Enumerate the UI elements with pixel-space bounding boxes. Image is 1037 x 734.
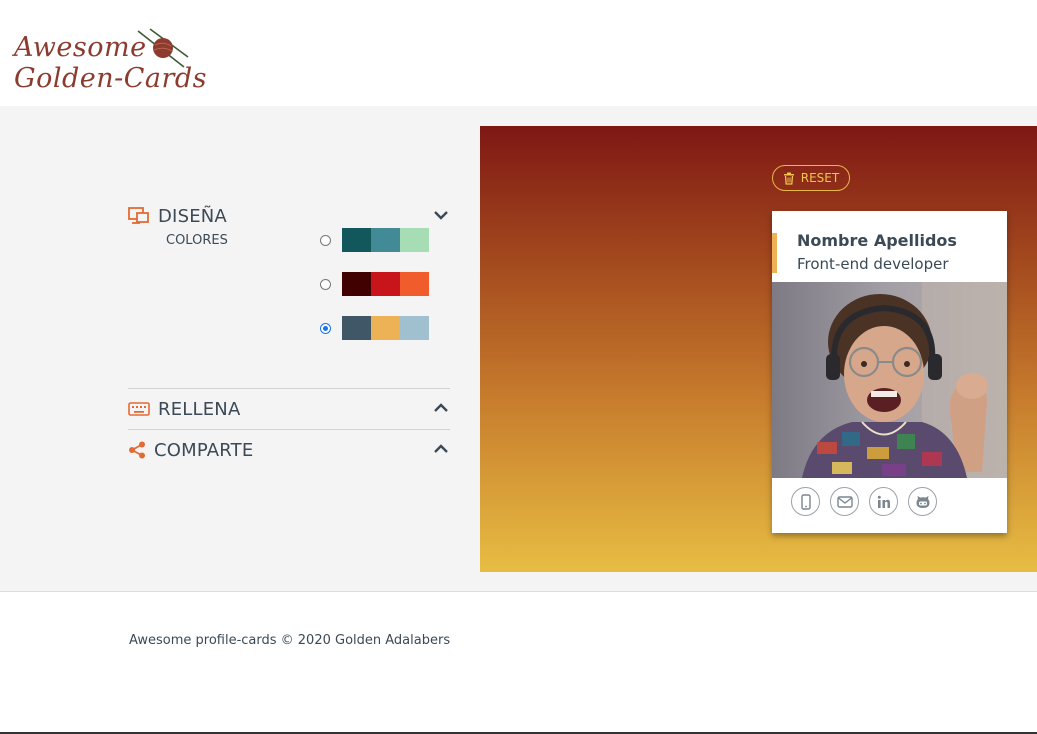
palette-radio-2[interactable] — [320, 278, 331, 290]
swatch — [400, 316, 429, 340]
swatch — [371, 316, 400, 340]
github-icon[interactable] — [908, 487, 937, 516]
social-links — [791, 487, 937, 516]
swatch — [400, 228, 429, 252]
chevron-up-icon[interactable] — [432, 399, 450, 417]
phone-icon[interactable] — [791, 487, 820, 516]
palette-radio-3[interactable] — [320, 322, 331, 334]
card-job: Front-end developer — [797, 255, 949, 273]
chevron-up-icon[interactable] — [432, 440, 450, 458]
card-accent-bar — [772, 233, 777, 273]
linkedin-icon[interactable] — [869, 487, 898, 516]
profile-card: Nombre Apellidos Front-end developer — [772, 211, 1007, 533]
swatch — [342, 316, 371, 340]
share-section-header[interactable]: COMPARTE — [128, 430, 450, 470]
fill-section-title: RELLENA — [158, 398, 241, 420]
trash-icon — [783, 172, 794, 185]
mail-icon[interactable] — [830, 487, 859, 516]
design-section-title: DISEÑA — [158, 205, 227, 227]
profile-photo — [772, 282, 1007, 478]
yarn-ball-icon — [137, 28, 189, 68]
colors-label: COLORES — [166, 233, 228, 248]
reset-button[interactable]: RESET — [772, 165, 850, 191]
swatch — [371, 272, 400, 296]
keyboard-icon — [128, 398, 150, 420]
fill-section-header[interactable]: RELLENA — [128, 389, 450, 429]
swatch — [342, 228, 371, 252]
swatch — [342, 272, 371, 296]
footer-copyright: Awesome profile-cards © 2020 Golden Adal… — [129, 633, 451, 648]
palette-option-2[interactable] — [320, 272, 429, 296]
design-section-body: COLORES — [128, 228, 450, 388]
palette-option-3[interactable] — [320, 316, 429, 340]
palette-option-1[interactable] — [320, 228, 429, 252]
reset-label: RESET — [800, 171, 840, 185]
header: Awesome Golden-Cards — [0, 0, 1037, 106]
card-preview: RESET Nombre Apellidos Front-end develop… — [480, 126, 1037, 572]
design-icon — [128, 205, 150, 227]
palette-radio-1[interactable] — [320, 234, 331, 246]
logo[interactable]: Awesome Golden-Cards — [2, 25, 207, 97]
share-icon — [128, 439, 146, 461]
swatch — [371, 228, 400, 252]
card-name: Nombre Apellidos — [797, 231, 957, 250]
share-section-title: COMPARTE — [154, 439, 254, 461]
logo-line-1: Awesome — [14, 32, 147, 63]
chevron-down-icon[interactable] — [432, 206, 450, 224]
section-divider — [0, 591, 1037, 592]
swatch — [400, 272, 429, 296]
form-panel: DISEÑA COLORES RELLENA COMPARTE — [128, 196, 450, 470]
